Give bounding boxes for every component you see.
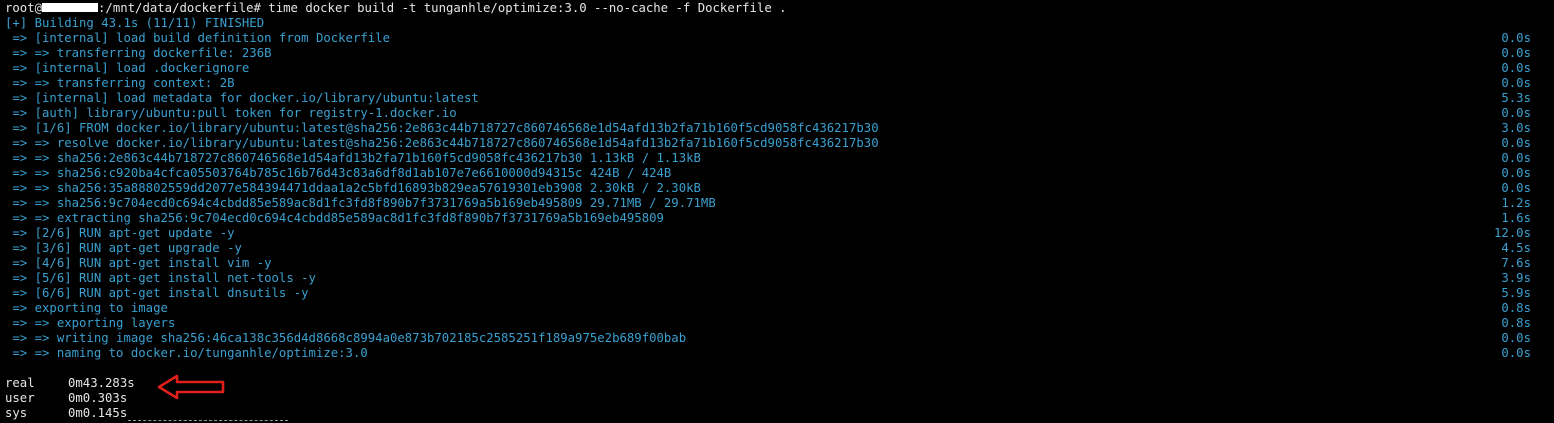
build-line-duration: 0.0s xyxy=(1501,346,1531,360)
build-line: => [internal] load metadata for docker.i… xyxy=(0,91,1554,106)
build-line-duration: 4.5s xyxy=(1501,241,1531,255)
build-line-text: => => resolve docker.io/library/ubuntu:l… xyxy=(5,136,879,150)
build-line-text: => [4/6] RUN apt-get install vim -y xyxy=(5,256,272,270)
build-line-duration: 0.0s xyxy=(1501,76,1531,90)
command-text: time docker build -t tunganhle/optimize:… xyxy=(260,1,787,15)
build-line-duration: 0.8s xyxy=(1501,301,1531,315)
build-line-text: => [2/6] RUN apt-get update -y xyxy=(5,226,235,240)
build-line: => [3/6] RUN apt-get upgrade -y 4.5s xyxy=(0,241,1554,256)
build-line-text: => [1/6] FROM docker.io/library/ubuntu:l… xyxy=(5,121,879,135)
build-line-duration: 0.8s xyxy=(1501,316,1531,330)
build-line: => [2/6] RUN apt-get update -y 12.0s xyxy=(0,226,1554,241)
build-line-text: => exporting to image xyxy=(5,301,168,315)
build-line-text: => => extracting sha256:9c704ecd0c694c4c… xyxy=(5,211,664,225)
build-line: => exporting to image 0.8s xyxy=(0,301,1554,316)
build-line-duration: 0.0s xyxy=(1501,31,1531,45)
build-line-text: => => sha256:35a88802559dd2077e584394471… xyxy=(5,181,701,195)
build-line: => [internal] load .dockerignore 0.0s xyxy=(0,61,1554,76)
build-line: => => sha256:35a88802559dd2077e584394471… xyxy=(0,181,1554,196)
timing-label: user xyxy=(5,391,35,405)
build-line: => => transferring context: 2B 0.0s xyxy=(0,76,1554,91)
build-line-text: => => transferring context: 2B xyxy=(5,76,235,90)
redacted-hostname xyxy=(42,3,99,12)
build-line-text: => [6/6] RUN apt-get install dnsutils -y xyxy=(5,286,309,300)
build-line: => => transferring dockerfile: 236B 0.0s xyxy=(0,46,1554,61)
timing-value: 0m43.283s xyxy=(68,376,135,390)
build-line: => => exporting layers 0.8s xyxy=(0,316,1554,331)
build-line-duration: 0.0s xyxy=(1501,106,1531,120)
build-line-text: => => sha256:2e863c44b718727c860746568e1… xyxy=(5,151,701,165)
build-line-duration: 7.6s xyxy=(1501,256,1531,270)
timing-line-real: real 0m43.283s xyxy=(0,376,1554,391)
build-line-duration: 12.0s xyxy=(1493,226,1531,240)
build-line-text: => [5/6] RUN apt-get install net-tools -… xyxy=(5,271,316,285)
build-line-text: => [internal] load .dockerignore xyxy=(5,61,250,75)
build-line-text: => [3/6] RUN apt-get upgrade -y xyxy=(5,241,242,255)
build-line-duration: 1.6s xyxy=(1501,211,1531,225)
build-line: => [auth] library/ubuntu:pull token for … xyxy=(0,106,1554,121)
build-line-text: => => exporting layers xyxy=(5,316,176,330)
build-line: => [1/6] FROM docker.io/library/ubuntu:l… xyxy=(0,121,1554,136)
build-line-duration: 0.0s xyxy=(1501,46,1531,60)
build-line: => => sha256:2e863c44b718727c860746568e1… xyxy=(0,151,1554,166)
build-line-duration: 5.9s xyxy=(1501,286,1531,300)
build-line-duration: 3.9s xyxy=(1501,271,1531,285)
build-line: => [internal] load build definition from… xyxy=(0,31,1554,46)
build-line-text: => [auth] library/ubuntu:pull token for … xyxy=(5,106,457,120)
build-line: => => extracting sha256:9c704ecd0c694c4c… xyxy=(0,211,1554,226)
command-prompt-line: root@ :/mnt/data/dockerfile# time docker … xyxy=(0,1,1554,16)
build-line-text: => [internal] load metadata for docker.i… xyxy=(5,91,479,105)
build-line-duration: 5.3s xyxy=(1501,91,1531,105)
build-line: => [4/6] RUN apt-get install vim -y 7.6s xyxy=(0,256,1554,271)
build-line-text: => => sha256:c920ba4cfca05503764b785c16b… xyxy=(5,166,672,180)
terminal-window[interactable]: root@ :/mnt/data/dockerfile# time docker … xyxy=(0,0,1554,423)
build-line-duration: 0.0s xyxy=(1501,61,1531,75)
red-arrow-left-icon xyxy=(157,374,225,400)
build-line-duration: 3.0s xyxy=(1501,121,1531,135)
build-line: => [5/6] RUN apt-get install net-tools -… xyxy=(0,271,1554,286)
build-line: => [6/6] RUN apt-get install dnsutils -y… xyxy=(0,286,1554,301)
build-line-text: => => naming to docker.io/tunganhle/opti… xyxy=(5,346,368,360)
timing-line-sys: sys 0m0.145s xyxy=(0,406,1554,421)
build-line-duration: 0.0s xyxy=(1501,181,1531,195)
build-line-duration: 0.0s xyxy=(1501,136,1531,150)
build-line: => => resolve docker.io/library/ubuntu:l… xyxy=(0,136,1554,151)
timing-value: 0m0.303s xyxy=(68,391,128,405)
build-output: => [internal] load build definition from… xyxy=(0,31,1554,361)
timing-value: 0m0.145s xyxy=(68,406,128,420)
timing-label: sys xyxy=(5,406,28,420)
build-line: => => sha256:c920ba4cfca05503764b785c16b… xyxy=(0,166,1554,181)
build-line-duration: 0.0s xyxy=(1501,331,1531,345)
timing-label: real xyxy=(5,376,35,390)
build-line-text: => => transferring dockerfile: 236B xyxy=(5,46,272,60)
build-status-line: [+] Building 43.1s (11/11) FINISHED xyxy=(5,16,265,30)
build-line: => => naming to docker.io/tunganhle/opti… xyxy=(0,346,1554,361)
build-line: => => sha256:9c704ecd0c694c4cbdd85e589ac… xyxy=(0,196,1554,211)
build-line: => => writing image sha256:46ca138c356d4… xyxy=(0,331,1554,346)
build-line-duration: 1.2s xyxy=(1501,196,1531,210)
build-line-duration: 0.0s xyxy=(1501,151,1531,165)
prompt-user: root@ xyxy=(5,1,43,15)
build-line-text: => => writing image sha256:46ca138c356d4… xyxy=(5,331,687,345)
build-line-text: => => sha256:9c704ecd0c694c4cbdd85e589ac… xyxy=(5,196,716,210)
build-line-duration: 0.0s xyxy=(1501,166,1531,180)
timing-line-user: user 0m0.303s xyxy=(0,391,1554,406)
prompt-path: :/mnt/data/dockerfile# xyxy=(98,1,261,15)
build-line-text: => [internal] load build definition from… xyxy=(5,31,390,45)
